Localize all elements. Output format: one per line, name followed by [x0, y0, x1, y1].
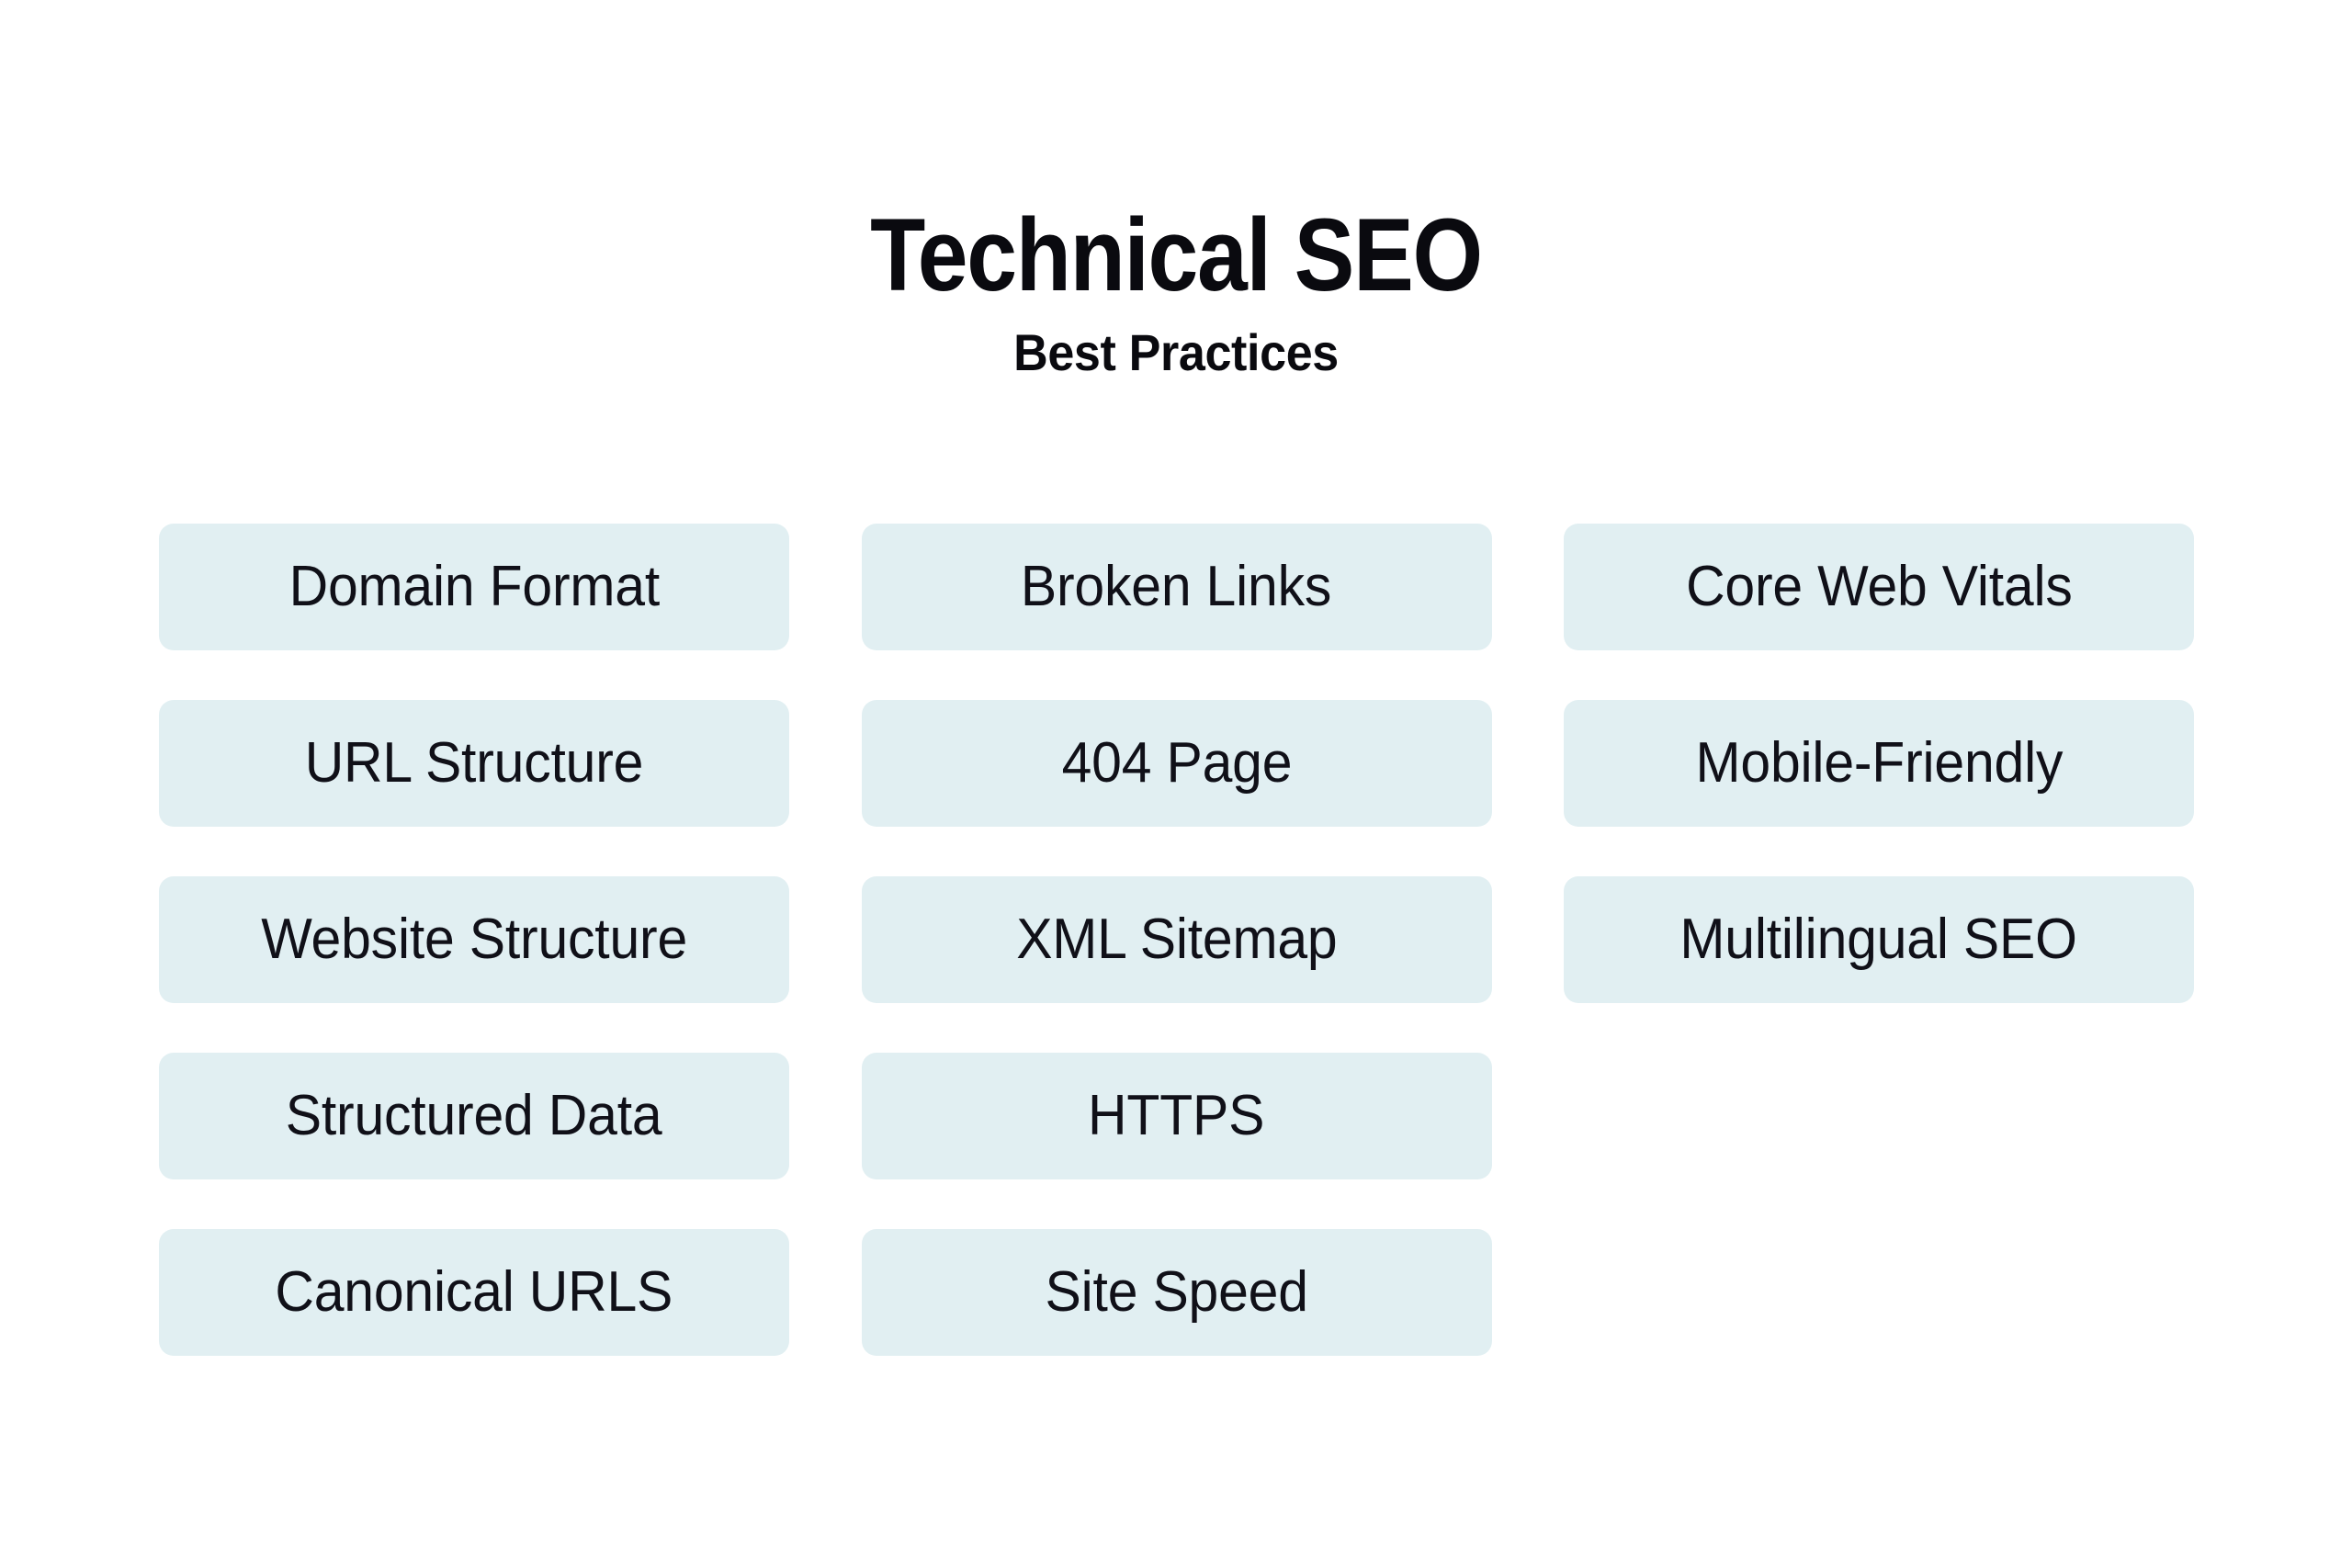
- pill-label: 404 Page: [1061, 730, 1292, 795]
- pill-label: Site Speed: [1045, 1259, 1308, 1324]
- pill-label: Website Structure: [261, 907, 687, 971]
- pill-grid: Domain Format URL Structure Website Stru…: [159, 524, 2194, 1356]
- pill-core-web-vitals[interactable]: Core Web Vitals: [1564, 524, 2194, 650]
- pill-label: Canonical URLS: [275, 1259, 673, 1324]
- pill-website-structure[interactable]: Website Structure: [159, 876, 789, 1003]
- pill-label: XML Sitemap: [1015, 907, 1338, 971]
- pill-mobile-friendly[interactable]: Mobile-Friendly: [1564, 700, 2194, 827]
- pill-label: Broken Links: [1021, 554, 1332, 618]
- pill-label: HTTPS: [1088, 1083, 1265, 1147]
- infographic-page: Technical SEO Best Practices Domain Form…: [0, 0, 2352, 1568]
- pill-label: Structured Data: [286, 1083, 662, 1147]
- pill-column-1: Domain Format URL Structure Website Stru…: [159, 524, 789, 1356]
- pill-column-3: Core Web Vitals Mobile-Friendly Multilin…: [1564, 524, 2194, 1003]
- pill-xml-sitemap[interactable]: XML Sitemap: [861, 876, 1492, 1003]
- pill-404-page[interactable]: 404 Page: [861, 700, 1492, 827]
- pill-label: URL Structure: [304, 730, 644, 795]
- page-title: Technical SEO: [870, 197, 1483, 312]
- pill-label: Domain Format: [288, 554, 660, 618]
- pill-column-2: Broken Links 404 Page XML Sitemap HTTPS …: [861, 524, 1492, 1356]
- pill-domain-format[interactable]: Domain Format: [159, 524, 789, 650]
- page-subtitle: Best Practices: [1013, 323, 1339, 381]
- pill-label: Core Web Vitals: [1685, 554, 2073, 618]
- pill-label: Multilingual SEO: [1679, 907, 2078, 971]
- pill-broken-links[interactable]: Broken Links: [861, 524, 1492, 650]
- pill-https[interactable]: HTTPS: [861, 1053, 1492, 1179]
- pill-site-speed[interactable]: Site Speed: [861, 1229, 1492, 1356]
- pill-url-structure[interactable]: URL Structure: [159, 700, 789, 827]
- header: Technical SEO Best Practices: [0, 204, 2352, 378]
- pill-multilingual-seo[interactable]: Multilingual SEO: [1564, 876, 2194, 1003]
- pill-canonical-urls[interactable]: Canonical URLS: [159, 1229, 789, 1356]
- pill-label: Mobile-Friendly: [1695, 730, 2063, 795]
- pill-structured-data[interactable]: Structured Data: [159, 1053, 789, 1179]
